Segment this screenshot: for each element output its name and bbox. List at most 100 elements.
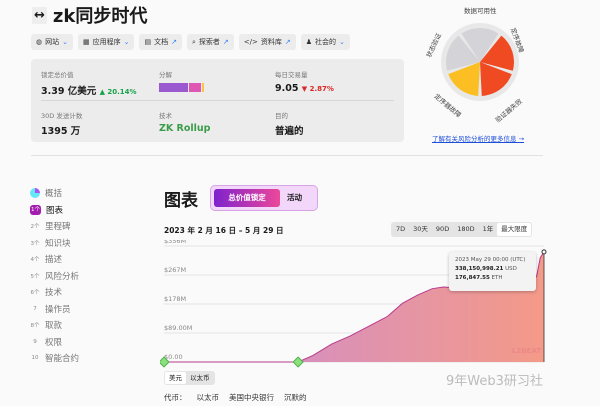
chevron-down-icon: ⌄ [62, 38, 68, 46]
nav-number: 10 [31, 355, 39, 362]
tooltip-usd: 338,150,998.21 USD [455, 266, 517, 272]
daily-label: 每日交易量 [275, 71, 308, 79]
token-eth[interactable]: 以太币 [197, 392, 220, 403]
token-filter: 代币： 以太币 美国中央银行 沉默的 [164, 392, 307, 403]
risk-rosette[interactable] [440, 22, 520, 102]
nav-item[interactable]: 6个 技术 [30, 284, 79, 301]
milestone-marker[interactable] [292, 356, 304, 368]
period-button[interactable]: 90D [432, 223, 453, 236]
nav-item[interactable]: 概括 [30, 185, 79, 202]
chevron-down-icon: ⌄ [339, 38, 345, 46]
y-tick-label: $89.00M [164, 324, 192, 332]
nav-number: 5个 [30, 273, 40, 280]
y-tick-label: $356M [164, 240, 186, 245]
risk-info-link[interactable]: 了解有关风险分析的更多信息 → [432, 133, 524, 143]
token-usdc[interactable]: 美国中央银行 [229, 392, 274, 403]
nav-label: 概括 [45, 189, 63, 200]
link-label: 应用程序 [92, 38, 121, 46]
nav-number: 3个 [30, 240, 40, 247]
link-grid[interactable]: ▦ 应用程序 ⌄ [77, 34, 135, 50]
token-silent[interactable]: 沉默的 [284, 392, 307, 403]
nav-label: 智能合约 [45, 354, 80, 365]
link-search[interactable]: ⌕ 探索者 ↗ [186, 34, 234, 50]
nav-label: 技术 [45, 288, 63, 299]
link-label: 资料库 [260, 38, 282, 46]
period-button[interactable]: 最大限度 [497, 223, 532, 236]
nav-item[interactable]: 10 智能合约 [30, 350, 80, 367]
unit-usd[interactable]: 美元 [165, 372, 186, 384]
nav-item[interactable]: 2个 里程碑 [30, 218, 79, 235]
unit-toggle: 美元 以太币 [164, 371, 215, 385]
divider [31, 155, 543, 156]
tab-tvl[interactable]: 总价值锁定 [214, 189, 280, 207]
code-icon: </> [243, 38, 258, 46]
risk-label-da: 数据可用性 [464, 7, 497, 15]
tokens-label: 代币： [164, 393, 187, 402]
hover-point [541, 249, 547, 255]
link-label: 文档 [154, 38, 169, 46]
section-nav: 概括 1个 图表 2个 里程碑 3个 知识块 4个 描述 5个 风险分析 6个 技术 7 操作员 8个 取款 9 权… [30, 185, 79, 367]
project-links: ◍ 网站 ⌄ ▦ 应用程序 ⌄ ▤ 文档 ↗ ⌕ 探索者 ↗ </> 资料库 ↗ ♟ 社会的 ⌄ [31, 34, 350, 50]
globe-icon: ◍ [36, 38, 43, 46]
period-button[interactable]: 30天 [409, 223, 432, 236]
tooltip-eth: 176,847.55 ETH [455, 275, 503, 281]
period-button[interactable]: 7D [392, 223, 409, 236]
nav-label: 操作员 [45, 304, 71, 315]
watermark: 9年Web3研习社 [446, 374, 543, 389]
unit-eth[interactable]: 以太币 [186, 372, 214, 384]
nav-number: 6个 [30, 290, 40, 297]
arrows-icon: ↔ [32, 6, 47, 24]
nav-label: 图表 [46, 205, 64, 216]
external-link-icon: ↗ [171, 38, 177, 46]
nav-label: 风险分析 [45, 271, 80, 282]
purpose-value: 普遍的 [275, 126, 304, 137]
divider [41, 100, 394, 101]
daily-value: 9.05 ▼ 2.87% [275, 83, 334, 94]
nav-number: 7 [33, 305, 37, 312]
period-button[interactable]: 1年 [479, 223, 498, 236]
nav-item[interactable]: 5个 风险分析 [30, 268, 80, 285]
external-link-icon: ↗ [222, 38, 229, 46]
purpose-label: 目的 [275, 112, 288, 120]
page-title: ↔ zk同步时代 [32, 6, 148, 27]
tech-value: ZK Rollup [159, 123, 211, 134]
tech-label: 技术 [159, 112, 172, 120]
tx-value: 1395 万 [41, 126, 81, 137]
nav-label: 知识块 [45, 238, 71, 249]
doc-icon: ▤ [144, 38, 152, 46]
chart-type-toggle: 总价值锁定 活动 [210, 185, 318, 211]
nav-item[interactable]: 8个 取款 [30, 317, 79, 334]
breakdown-bar [159, 83, 204, 92]
link-label: 网站 [45, 38, 60, 46]
nav-number: 1个 [30, 204, 41, 215]
nav-label: 描述 [45, 255, 63, 266]
nav-number: 2个 [30, 224, 40, 231]
link-doc[interactable]: ▤ 文档 ↗ [139, 34, 182, 50]
tvl-value: 3.39 亿美元 ▲ 20.14% [41, 86, 137, 97]
nav-label: 权限 [45, 337, 63, 348]
l2beat-logo: L2BEAT [512, 347, 542, 355]
period-button[interactable]: 180D [453, 223, 478, 236]
period-selector: 7D 30天 90D 180D 1年 最大限度 [391, 222, 533, 237]
nav-item[interactable]: 4个 描述 [30, 251, 79, 268]
breakdown-segment [201, 83, 204, 92]
user-icon: ♟ [305, 38, 313, 46]
y-tick-label: $178M [164, 295, 186, 303]
chart-tooltip: 2023 May 29 00:00 (UTC) 338,150,998.21 U… [449, 252, 536, 291]
tx-label: 30D 发送计数 [41, 112, 83, 120]
charts-heading: 图表 [164, 191, 198, 211]
tab-activity[interactable]: 活动 [287, 189, 302, 207]
link-globe[interactable]: ◍ 网站 ⌄ [31, 34, 73, 50]
search-icon: ⌕ [191, 37, 196, 46]
tvl-label: 锁定总价值 [41, 71, 74, 79]
date-range: 2023 年 2 月 16 日 – 5 月 29 日 [164, 226, 284, 235]
link-user[interactable]: ♟ 社会的 ⌄ [300, 34, 350, 50]
nav-item[interactable]: 3个 知识块 [30, 235, 79, 252]
link-code[interactable]: </> 资料库 ↗ [238, 34, 296, 50]
link-label: 探索者 [198, 38, 220, 46]
nav-label: 里程碑 [45, 222, 71, 233]
nav-item[interactable]: 7 操作员 [30, 301, 79, 318]
nav-item[interactable]: 9 权限 [30, 334, 79, 351]
nav-item[interactable]: 1个 图表 [30, 202, 79, 219]
breakdown-segment [189, 83, 201, 92]
